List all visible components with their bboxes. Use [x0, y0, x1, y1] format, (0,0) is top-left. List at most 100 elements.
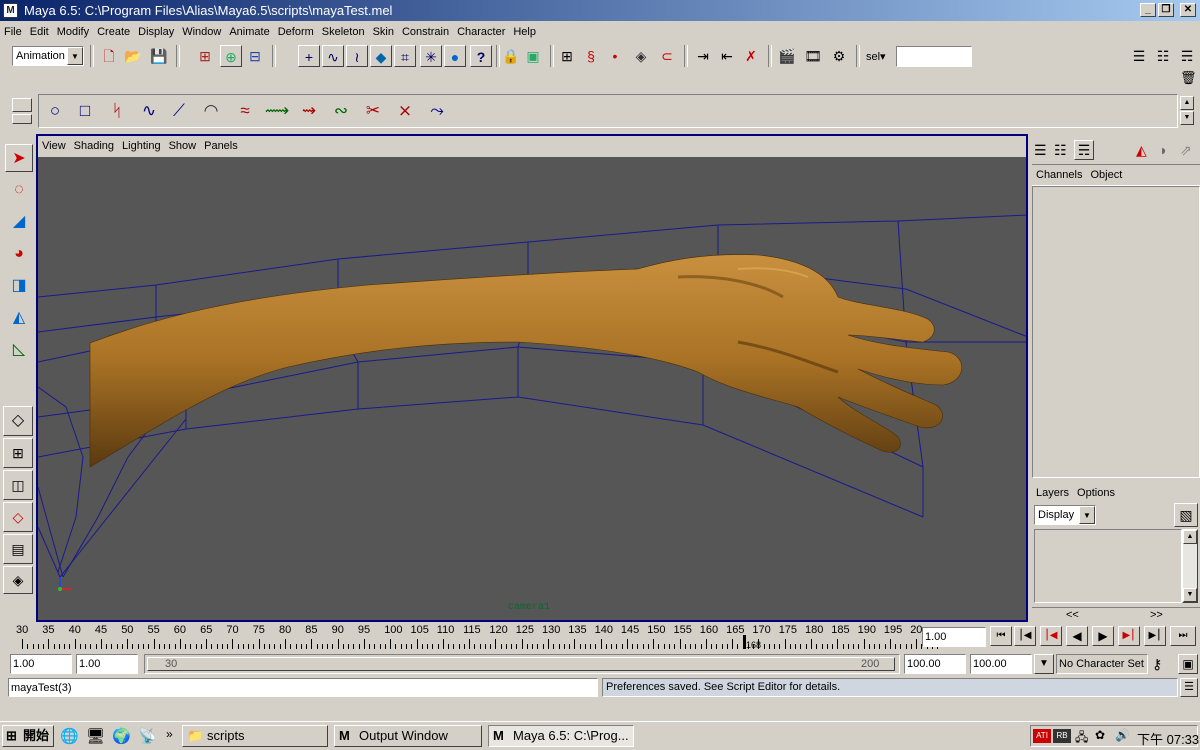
quick-selection-field[interactable]: [896, 46, 972, 67]
panel-menu-show[interactable]: Show: [165, 136, 201, 156]
detach-curves-icon[interactable]: ⟿: [264, 98, 290, 124]
play-forwards-icon[interactable]: ▶: [1092, 626, 1114, 646]
make-live-icon[interactable]: ⊂: [656, 45, 678, 67]
range-slider-track[interactable]: 30 200: [144, 654, 900, 674]
show-manipulator-icon[interactable]: ◭: [5, 304, 33, 332]
layer-scroll-down-icon[interactable]: ▼: [1183, 588, 1197, 602]
cut-curve-icon[interactable]: ✂: [360, 98, 386, 124]
lasso-tool-icon[interactable]: ◌: [5, 176, 33, 204]
render-current-frame-icon[interactable]: 🎬: [776, 45, 798, 67]
close-button[interactable]: ✕: [1180, 3, 1196, 17]
quick-selection-label[interactable]: sel▾: [866, 50, 886, 63]
play-backwards-icon[interactable]: ◀: [1066, 626, 1088, 646]
step-back-frame-icon[interactable]: ⎮◀: [1014, 626, 1036, 646]
rb-tray-icon[interactable]: RB: [1053, 729, 1071, 743]
shelf-menu-icon[interactable]: [12, 114, 32, 124]
channel-layer-mode-icon[interactable]: ☴: [1074, 140, 1094, 160]
hypershade-layout-icon[interactable]: ▤: [3, 534, 33, 564]
layer-options-menu[interactable]: Options: [1073, 483, 1119, 503]
select-by-object-type-icon[interactable]: ⊕: [220, 45, 242, 67]
output-connections-icon[interactable]: ⇤: [716, 45, 738, 67]
persp-outliner-layout-icon[interactable]: ◫: [3, 470, 33, 500]
square-curve-icon[interactable]: □: [72, 98, 98, 124]
script-editor-icon[interactable]: ☰: [1180, 678, 1198, 697]
menu-help[interactable]: Help: [509, 23, 540, 41]
snap-to-grid-icon[interactable]: ⊞: [556, 45, 578, 67]
menu-display[interactable]: Display: [134, 23, 178, 41]
ep-curve-tool-icon[interactable]: ∿: [136, 98, 162, 124]
menu-deform[interactable]: Deform: [274, 23, 318, 41]
menu-constrain[interactable]: Constrain: [398, 23, 453, 41]
media-quicklaunch-icon[interactable]: 📡: [138, 727, 157, 745]
input-connections-icon[interactable]: ⇥: [692, 45, 714, 67]
panel-menu-lighting[interactable]: Lighting: [118, 136, 165, 156]
attribute-editor-toggle-icon[interactable]: ☰: [1128, 45, 1150, 67]
panel-menu-view[interactable]: View: [38, 136, 70, 156]
layer-scroll-up-icon[interactable]: ▲: [1183, 530, 1197, 544]
open-scene-icon[interactable]: 📂: [122, 45, 144, 67]
joint-mask-icon[interactable]: ∿: [322, 45, 344, 67]
browser-quicklaunch-icon[interactable]: 🌍: [112, 727, 131, 745]
rotate-tool-icon[interactable]: ◕: [5, 240, 33, 268]
go-to-end-icon[interactable]: ⏭: [1170, 626, 1196, 646]
auto-key-icon[interactable]: ⚷: [1152, 656, 1162, 673]
taskbar-maya[interactable]: M Maya 6.5: C:\Prog...: [488, 725, 634, 747]
maximize-button[interactable]: ❐: [1158, 3, 1174, 17]
playback-start-field[interactable]: [76, 654, 138, 674]
lock-selection-icon[interactable]: 🔒: [500, 45, 522, 67]
channel-box-contents[interactable]: [1032, 186, 1200, 478]
object-menu[interactable]: Object: [1086, 165, 1126, 185]
animation-start-field[interactable]: [10, 654, 72, 674]
last-tool-used-icon[interactable]: ◺: [5, 336, 33, 364]
viewport-scene[interactable]: camera1: [37, 157, 1029, 620]
dynamics-mask-icon[interactable]: ✳: [420, 45, 442, 67]
render-globals-icon[interactable]: ⚙: [828, 45, 850, 67]
shelf-tab-icon[interactable]: [12, 98, 32, 112]
select-tool-icon[interactable]: ➤: [5, 144, 33, 172]
persp-hypergraph-layout-icon[interactable]: ◈: [3, 566, 33, 594]
circle-curve-icon[interactable]: ○: [42, 98, 68, 124]
menu-edit[interactable]: Edit: [26, 23, 53, 41]
trash-icon[interactable]: 🗑: [1180, 70, 1197, 88]
menu-window[interactable]: Window: [178, 23, 225, 41]
ipr-render-icon[interactable]: 🎞: [802, 45, 824, 67]
network-tray-icon[interactable]: 🖧: [1075, 728, 1088, 749]
layer-nav-right-icon[interactable]: >>: [1150, 609, 1163, 621]
menu-character[interactable]: Character: [453, 23, 509, 41]
desktop-quicklaunch-icon[interactable]: 🖥: [86, 727, 105, 745]
select-by-component-icon[interactable]: ⊟: [244, 45, 266, 67]
quicklaunch-more-icon[interactable]: »: [166, 727, 173, 741]
range-slider-bar[interactable]: [147, 657, 895, 671]
current-time-field[interactable]: [922, 627, 986, 647]
tool-settings-icon[interactable]: ⇗: [1180, 142, 1192, 159]
four-view-layout-icon[interactable]: ⊞: [3, 438, 33, 468]
tool-settings-toggle-icon[interactable]: ☷: [1152, 45, 1174, 67]
curve-fillet-icon[interactable]: ⤳: [424, 98, 450, 124]
arc-tool-icon[interactable]: ◠: [198, 98, 224, 124]
channels-menu[interactable]: Channels: [1032, 165, 1086, 185]
menu-animate[interactable]: Animate: [225, 23, 273, 41]
mel-command-input[interactable]: [8, 678, 598, 697]
align-curves-icon[interactable]: ⇝: [296, 98, 322, 124]
single-perspective-layout-icon[interactable]: ◇: [3, 406, 33, 436]
step-forward-frame-icon[interactable]: ▶⎮: [1144, 626, 1166, 646]
time-slider[interactable]: 30 35 40 45 50 55 60 65 70 75 80 85 90 95 100 105 110 115…: [8, 623, 939, 649]
channel-box-toggle-icon[interactable]: ☴: [1176, 45, 1198, 67]
hypershade-icon[interactable]: ◑: [1158, 142, 1166, 158]
start-button[interactable]: ⊞ 開始: [2, 725, 54, 747]
animation-end-field[interactable]: [970, 654, 1032, 674]
move-tool-icon[interactable]: ◢: [5, 208, 33, 236]
step-forward-key-icon[interactable]: ▶⎮: [1118, 626, 1140, 646]
attribute-editor-mode-icon[interactable]: ☷: [1054, 142, 1067, 159]
menu-skeleton[interactable]: Skeleton: [318, 23, 369, 41]
shelf-scroll-up-icon[interactable]: ▲: [1180, 96, 1194, 110]
character-set-dropdown-icon[interactable]: ▼: [1034, 654, 1054, 674]
snap-to-point-icon[interactable]: •: [604, 45, 626, 67]
layer-nav-left-icon[interactable]: <<: [1066, 609, 1079, 621]
select-handle-icon[interactable]: +: [298, 45, 320, 67]
character-set-field[interactable]: No Character Set: [1056, 654, 1148, 674]
volume-tray-icon[interactable]: 🔊: [1115, 728, 1130, 742]
surface-mask-icon[interactable]: ◆: [370, 45, 392, 67]
render-view-icon[interactable]: ◭: [1136, 142, 1147, 159]
panel-menu-panels[interactable]: Panels: [200, 136, 242, 156]
